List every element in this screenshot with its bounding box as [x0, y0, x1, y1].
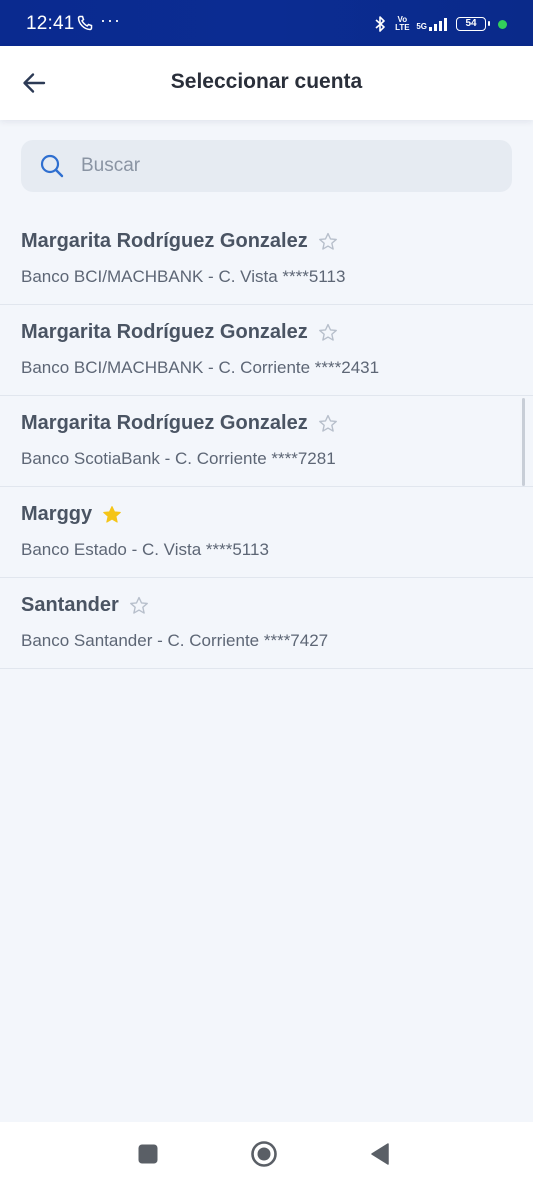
- network-label: 5G: [416, 22, 427, 31]
- battery-icon: 54: [456, 17, 490, 31]
- status-right: Vo LTE 5G 54: [372, 14, 507, 34]
- account-name-row: Marggy: [21, 503, 123, 526]
- scrollbar[interactable]: [522, 398, 525, 486]
- square-icon: [138, 1144, 158, 1164]
- volte-bottom: LTE: [395, 23, 410, 32]
- volte-indicator: Vo LTE: [394, 16, 410, 32]
- app-header: Seleccionar cuenta: [0, 46, 533, 120]
- nav-back-button[interactable]: [366, 1140, 394, 1168]
- home-button[interactable]: [250, 1140, 278, 1168]
- account-name-row: Margarita Rodríguez Gonzalez: [21, 321, 339, 344]
- account-item[interactable]: Margarita Rodríguez Gonzalez Banco BCI/M…: [0, 305, 533, 396]
- signal-icon: [429, 18, 447, 31]
- account-detail: Banco Santander - C. Corriente ****7427: [21, 631, 329, 650]
- account-detail: Banco BCI/MACHBANK - C. Corriente ****24…: [21, 358, 380, 377]
- star-outline-icon[interactable]: [317, 413, 339, 435]
- star-outline-icon[interactable]: [317, 322, 339, 344]
- account-name: Margarita Rodríguez Gonzalez: [21, 230, 308, 252]
- account-name-row: Margarita Rodríguez Gonzalez: [21, 412, 339, 435]
- star-outline-icon[interactable]: [128, 595, 150, 617]
- page-title: Seleccionar cuenta: [170, 70, 363, 93]
- privacy-dot-icon: [498, 19, 507, 29]
- account-detail: Banco BCI/MACHBANK - C. Vista ****5113: [21, 267, 346, 286]
- account-name: Margarita Rodríguez Gonzalez: [21, 321, 308, 343]
- star-filled-icon[interactable]: [101, 504, 123, 526]
- navigation-bar: [0, 1122, 533, 1185]
- search-input[interactable]: [79, 154, 463, 178]
- bluetooth-icon: [375, 16, 386, 32]
- account-name-row: Santander: [21, 594, 150, 617]
- account-list: Margarita Rodríguez Gonzalez Banco BCI/M…: [0, 214, 533, 669]
- account-item[interactable]: Marggy Banco Estado - C. Vista ****5113: [0, 487, 533, 578]
- account-item[interactable]: Santander Banco Santander - C. Corriente…: [0, 578, 533, 669]
- circle-icon: [251, 1141, 277, 1167]
- account-name: Santander: [21, 594, 119, 616]
- status-bar: 12:41 ··· Vo LTE 5G 54: [0, 0, 533, 46]
- account-name: Marggy: [21, 503, 93, 525]
- network-indicator: 5G: [416, 17, 450, 31]
- triangle-back-icon: [371, 1143, 389, 1165]
- account-item[interactable]: Margarita Rodríguez Gonzalez Banco BCI/M…: [0, 214, 533, 305]
- account-detail: Banco Estado - C. Vista ****5113: [21, 540, 269, 559]
- account-item[interactable]: Margarita Rodríguez Gonzalez Banco Scoti…: [0, 396, 533, 487]
- recents-button[interactable]: [134, 1140, 162, 1168]
- account-detail: Banco ScotiaBank - C. Corriente ****7281: [21, 449, 336, 468]
- account-name-row: Margarita Rodríguez Gonzalez: [21, 230, 339, 253]
- search-icon: [40, 154, 64, 178]
- phone-call-icon: [77, 15, 93, 31]
- account-name: Margarita Rodríguez Gonzalez: [21, 412, 308, 434]
- status-time: 12:41: [26, 13, 75, 34]
- star-outline-icon[interactable]: [317, 231, 339, 253]
- screen: 12:41 ··· Vo LTE 5G 54 Seleccionar cuent…: [0, 0, 533, 1185]
- search-box[interactable]: [21, 140, 512, 192]
- more-notifications-icon: ···: [100, 10, 121, 30]
